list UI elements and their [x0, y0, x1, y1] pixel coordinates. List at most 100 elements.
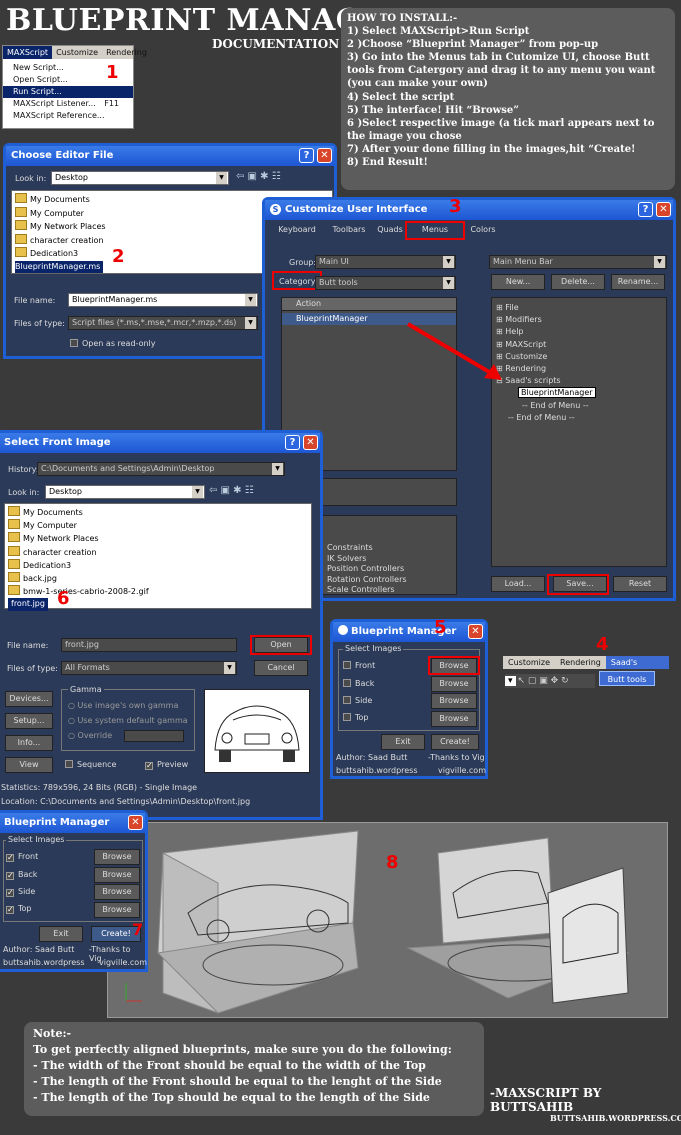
tree-item[interactable]: ⊞ Modifiers: [496, 314, 662, 326]
checkbox-icon[interactable]: [343, 661, 351, 669]
tree-item[interactable]: BlueprintManager: [496, 387, 662, 399]
toolbar-icons[interactable]: ⇦ ▣ ✱ ☷: [209, 485, 254, 496]
list-item[interactable]: Rotation Controllers: [327, 575, 456, 586]
look-in-select[interactable]: Desktop: [51, 171, 229, 185]
close-icon[interactable]: ✕: [128, 815, 143, 830]
tab-toolbars[interactable]: Toolbars: [325, 222, 373, 238]
checkbox-icon[interactable]: [343, 679, 351, 687]
file-name-input[interactable]: front.jpg: [61, 638, 237, 652]
exit-button[interactable]: Exit: [381, 734, 425, 750]
menu-rendering[interactable]: Rendering: [102, 46, 151, 59]
tree-item[interactable]: ⊞ MAXScript: [496, 339, 662, 351]
exit-button[interactable]: Exit: [39, 926, 83, 942]
tree-item[interactable]: ⊞ Customize: [496, 351, 662, 363]
preview-checkbox[interactable]: Preview: [145, 760, 188, 770]
list-item-selected[interactable]: BlueprintManager.ms: [15, 260, 104, 273]
menu-customize[interactable]: Customize: [52, 46, 102, 59]
tab-keyboard[interactable]: Keyboard: [269, 222, 325, 238]
tab-colors[interactable]: Colors: [463, 222, 503, 238]
close-icon[interactable]: ✕: [303, 435, 318, 450]
help-icon[interactable]: ?: [638, 202, 653, 217]
tab-quads[interactable]: Quads: [373, 222, 407, 238]
menu-item-butt-tools[interactable]: Butt tools: [599, 671, 655, 686]
tree-item[interactable]: ⊞ Help: [496, 326, 662, 338]
list-item[interactable]: bmw-1-series-cabrio-2008-2.gif: [8, 585, 308, 598]
new-button[interactable]: New...: [491, 274, 545, 290]
category-select[interactable]: Butt tools: [315, 276, 456, 290]
list-item[interactable]: character creation: [8, 546, 308, 559]
history-select[interactable]: C:\Documents and Settings\Admin\Desktop: [37, 462, 285, 476]
tree-item[interactable]: ⊞ File: [496, 302, 662, 314]
tree-item[interactable]: ⊟ Saad's scripts: [496, 375, 662, 387]
list-item[interactable]: Scale Controllers: [327, 585, 456, 596]
checkbox-icon[interactable]: [6, 872, 14, 880]
menu-customize[interactable]: Customize: [503, 656, 555, 669]
file-type-select[interactable]: All Formats: [61, 661, 237, 675]
close-icon[interactable]: ✕: [468, 624, 483, 639]
gamma-option[interactable]: ○ Use system default gamma: [68, 716, 188, 725]
viewport-3d[interactable]: 8: [107, 822, 668, 1018]
list-item-selected[interactable]: front.jpg: [8, 598, 48, 611]
menu-rendering[interactable]: Rendering: [555, 656, 606, 669]
list-item[interactable]: Position Controllers: [327, 564, 456, 575]
cancel-button[interactable]: Cancel: [254, 660, 308, 676]
list-item[interactable]: My Network Places: [8, 532, 308, 545]
browse-top-button[interactable]: Browse: [94, 902, 140, 918]
checkbox-icon[interactable]: [6, 854, 14, 862]
toolbar-icons[interactable]: ⇦ ▣ ✱ ☷: [236, 171, 281, 182]
checkbox-icon[interactable]: [343, 696, 351, 704]
checkbox-icon[interactable]: [6, 889, 14, 897]
list-item[interactable]: Dedication3: [8, 559, 308, 572]
browse-side-button[interactable]: Browse: [431, 693, 477, 709]
list-item[interactable]: back.jpg: [8, 572, 308, 585]
close-icon[interactable]: ✕: [317, 148, 332, 163]
browse-back-button[interactable]: Browse: [431, 676, 477, 692]
browse-front-button[interactable]: Browse: [94, 849, 140, 865]
list-item[interactable]: IK Solvers: [327, 554, 456, 565]
rename-button[interactable]: Rename...: [611, 274, 665, 290]
checkbox-icon[interactable]: [343, 713, 351, 721]
browse-side-button[interactable]: Browse: [94, 884, 140, 900]
tree-item[interactable]: ⊞ Rendering: [496, 363, 662, 375]
list-item[interactable]: Constraints: [327, 543, 456, 554]
menu-tree[interactable]: ⊞ File ⊞ Modifiers ⊞ Help ⊞ MAXScript ⊞ …: [491, 297, 667, 567]
row-label: Side: [18, 887, 36, 896]
menu-item-reference[interactable]: MAXScript Reference...: [3, 110, 133, 122]
readonly-checkbox[interactable]: Open as read-only: [70, 339, 156, 348]
menu-maxscript[interactable]: MAXScript: [3, 46, 53, 59]
select-icon[interactable]: ↖ ▢ ▣ ✥ ↻: [518, 676, 569, 686]
gamma-option[interactable]: ○ Use image's own gamma: [68, 701, 178, 710]
list-item[interactable]: My Documents: [8, 506, 308, 519]
tree-item[interactable]: -- End of Menu --: [496, 400, 662, 412]
note-line: To get perfectly aligned blueprints, mak…: [33, 1043, 452, 1056]
menu-item-listener[interactable]: MAXScript Listener... F11: [3, 98, 133, 110]
close-icon[interactable]: ✕: [656, 202, 671, 217]
selection-filter[interactable]: ▾: [505, 676, 516, 686]
override-input[interactable]: [124, 730, 184, 742]
look-in-select[interactable]: Desktop: [45, 485, 205, 499]
checkbox-icon[interactable]: [6, 906, 14, 914]
setup-button[interactable]: Setup...: [5, 713, 53, 729]
browse-top-button[interactable]: Browse: [431, 711, 477, 727]
file-list[interactable]: My Documents My Computer My Network Plac…: [4, 503, 312, 611]
menu-item-run-script[interactable]: Run Script...: [3, 86, 133, 98]
menu-saads-scripts[interactable]: Saad's scripts: [605, 656, 669, 680]
tree-item[interactable]: -- End of Menu --: [496, 412, 662, 424]
group-select[interactable]: Main UI: [315, 255, 456, 269]
devices-button[interactable]: Devices...: [5, 691, 53, 707]
browse-back-button[interactable]: Browse: [94, 867, 140, 883]
view-button[interactable]: View: [5, 757, 53, 773]
list-item[interactable]: My Computer: [8, 519, 308, 532]
sequence-checkbox[interactable]: Sequence: [65, 760, 116, 769]
file-type-select[interactable]: Script files (*.ms,*.mse,*.mcr,*.mzp,*.d…: [68, 316, 258, 330]
load-button[interactable]: Load...: [491, 576, 545, 592]
file-name-input[interactable]: BlueprintManager.ms: [68, 293, 258, 307]
gamma-option[interactable]: ○ Override: [68, 731, 112, 740]
reset-button[interactable]: Reset: [613, 576, 667, 592]
help-icon[interactable]: ?: [299, 148, 314, 163]
info-button[interactable]: Info...: [5, 735, 53, 751]
menu-bar-select[interactable]: Main Menu Bar: [489, 255, 667, 269]
delete-button[interactable]: Delete...: [551, 274, 605, 290]
create-button[interactable]: Create!: [431, 734, 479, 750]
help-icon[interactable]: ?: [285, 435, 300, 450]
